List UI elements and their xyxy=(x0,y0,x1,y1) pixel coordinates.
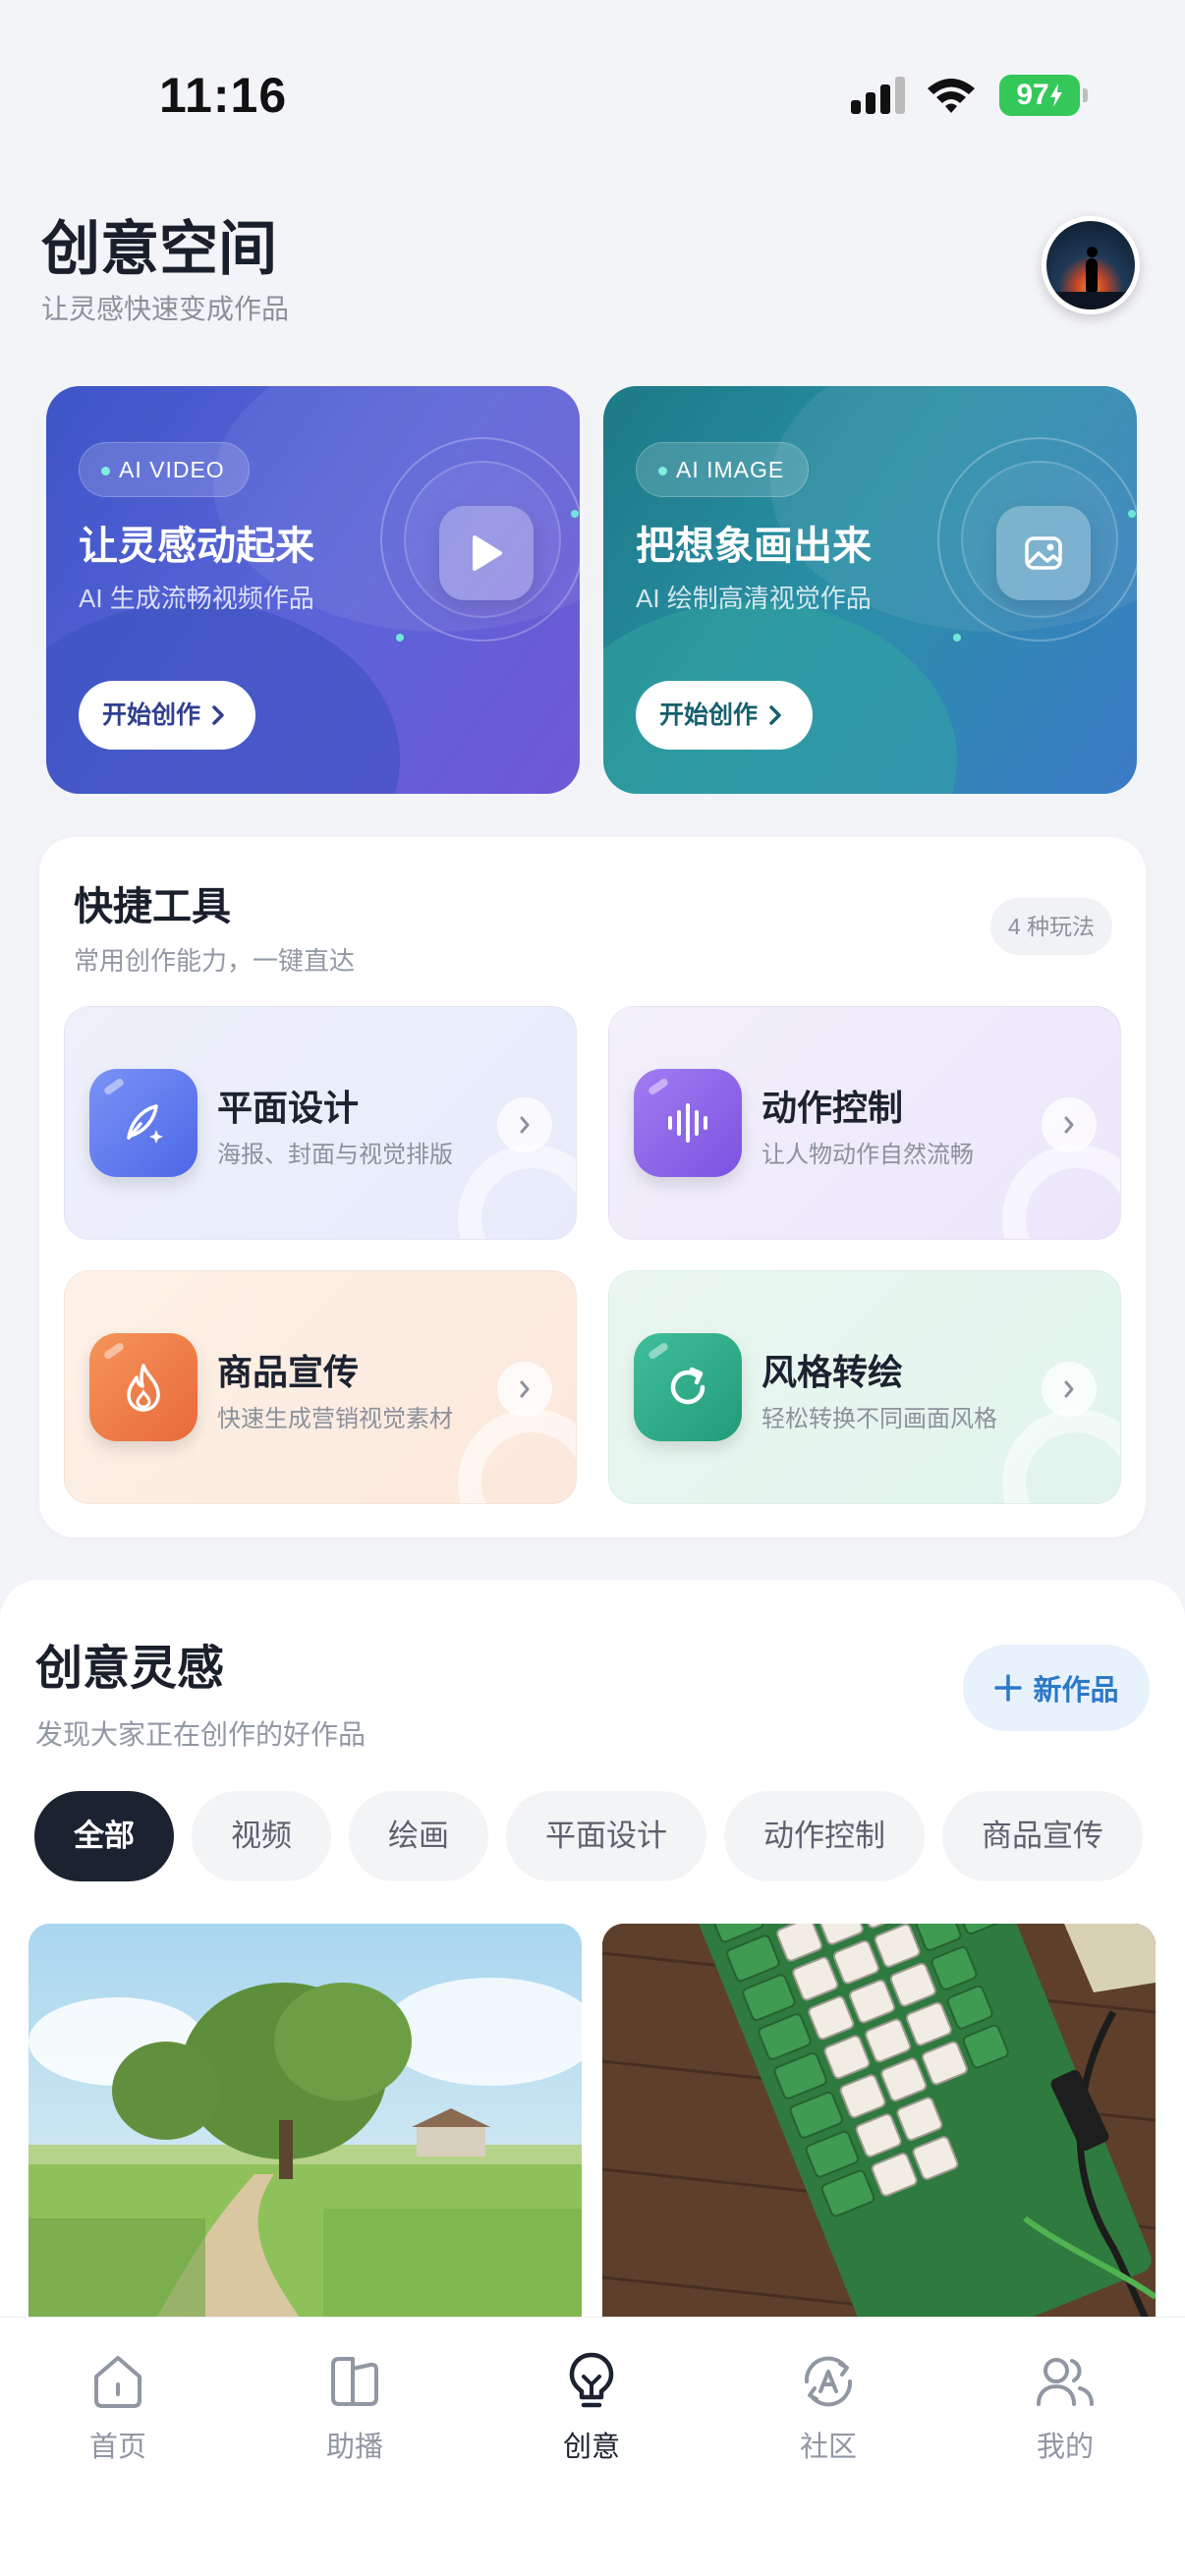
charging-bolt-icon xyxy=(1049,84,1062,107)
tab-community-label: 社区 xyxy=(799,2432,857,2463)
tool-name: 商品宣传 xyxy=(217,1352,360,1392)
tool-desc: 海报、封面与视觉排版 xyxy=(217,1142,453,1168)
tab-creative[interactable]: 创意 xyxy=(513,2347,670,2465)
cellular-signal-icon xyxy=(851,77,905,114)
chip-painting[interactable]: 绘画 xyxy=(349,1791,488,1881)
tool-style-transfer[interactable]: 风格转绘 轻松转换不同画面风格 xyxy=(608,1270,1121,1504)
chip-graphic-design[interactable]: 平面设计 xyxy=(506,1791,706,1881)
quick-tools-title: 快捷工具 xyxy=(74,885,231,928)
ai-video-title: 让灵感动起来 xyxy=(79,525,314,568)
quick-tools-subtitle: 常用创作能力，一键直达 xyxy=(74,946,356,976)
battery-indicator: 97 xyxy=(999,75,1088,116)
play-icon xyxy=(439,506,534,600)
ai-image-start-label: 开始创作 xyxy=(659,701,759,729)
page-title: 创意空间 xyxy=(41,216,277,282)
tab-profile[interactable]: 我的 xyxy=(987,2347,1144,2465)
inspiration-subtitle: 发现大家正在创作的好作品 xyxy=(35,1719,367,1750)
refresh-icon xyxy=(634,1333,742,1441)
tab-home-label: 首页 xyxy=(88,2432,146,2463)
chevron-right-icon xyxy=(1042,1362,1097,1417)
inspiration-title: 创意灵感 xyxy=(35,1643,225,1695)
tab-community[interactable]: 社区 xyxy=(750,2347,907,2465)
ai-image-card[interactable]: AI IMAGE 把想象画出来 AI 绘制高清视觉作品 开始创作 xyxy=(603,386,1137,794)
quick-tools-panel: 快捷工具 常用创作能力，一键直达 4 种玩法 平面设计 海报、封面与视觉排版 动… xyxy=(39,837,1146,1538)
profile-icon xyxy=(1031,2347,1100,2416)
chevron-right-icon xyxy=(212,705,224,725)
chip-all[interactable]: 全部 xyxy=(34,1791,174,1881)
category-filter: 全部 视频 绘画 平面设计 动作控制 商品宣传 xyxy=(34,1791,1143,1881)
tool-name: 动作控制 xyxy=(762,1088,904,1128)
tab-assistant-label: 助播 xyxy=(325,2432,383,2463)
ai-video-card[interactable]: AI VIDEO 让灵感动起来 AI 生成流畅视频作品 开始创作 xyxy=(46,386,580,794)
chip-motion-control[interactable]: 动作控制 xyxy=(724,1791,925,1881)
tool-name: 风格转绘 xyxy=(762,1352,904,1392)
tab-home[interactable]: 首页 xyxy=(39,2347,197,2465)
image-icon xyxy=(996,506,1091,600)
chevron-right-icon xyxy=(769,705,781,725)
new-work-button[interactable]: 新作品 xyxy=(963,1645,1150,1731)
community-icon xyxy=(794,2347,863,2416)
tab-creative-label: 创意 xyxy=(562,2432,620,2463)
status-time: 11:16 xyxy=(159,68,288,123)
ai-image-start-button[interactable]: 开始创作 xyxy=(636,681,814,750)
ai-video-tag: AI VIDEO xyxy=(79,442,250,497)
tool-desc: 轻松转换不同画面风格 xyxy=(762,1406,997,1432)
tool-desc: 让人物动作自然流畅 xyxy=(762,1142,974,1168)
tool-name: 平面设计 xyxy=(217,1088,360,1128)
ai-video-subtitle: AI 生成流畅视频作品 xyxy=(79,584,314,613)
keyboard-image xyxy=(602,1924,1156,2336)
new-work-label: 新作品 xyxy=(1033,1675,1119,1707)
pen-icon xyxy=(89,1069,198,1177)
chip-product-promo[interactable]: 商品宣传 xyxy=(942,1791,1143,1881)
lightbulb-icon xyxy=(557,2347,626,2416)
status-bar: 11:16 97 xyxy=(0,0,1185,187)
flame-icon xyxy=(89,1333,198,1441)
ai-image-subtitle: AI 绘制高清视觉作品 xyxy=(636,584,872,613)
ai-video-start-button[interactable]: 开始创作 xyxy=(79,681,256,750)
waveform-icon xyxy=(634,1069,742,1177)
tab-profile-label: 我的 xyxy=(1036,2432,1094,2463)
ai-image-tag: AI IMAGE xyxy=(636,442,810,497)
work-thumbnail-keyboard[interactable] xyxy=(602,1924,1156,2336)
chevron-right-icon xyxy=(497,1362,552,1417)
assistant-icon xyxy=(320,2347,389,2416)
chevron-right-icon xyxy=(497,1097,552,1152)
chevron-right-icon xyxy=(1042,1097,1097,1152)
work-thumbnail-landscape[interactable] xyxy=(28,1924,582,2336)
tab-assistant[interactable]: 助播 xyxy=(276,2347,433,2465)
home-icon xyxy=(84,2347,152,2416)
ai-image-title: 把想象画出来 xyxy=(636,525,872,568)
tool-graphic-design[interactable]: 平面设计 海报、封面与视觉排版 xyxy=(64,1006,577,1240)
bottom-tab-bar: 首页 助播 创意 社区 我的 xyxy=(0,2317,1185,2576)
plus-icon xyxy=(994,1674,1023,1702)
page-subtitle: 让灵感快速变成作品 xyxy=(41,294,290,324)
landscape-image xyxy=(28,1924,582,2336)
battery-level: 97 xyxy=(1016,79,1049,111)
tool-desc: 快速生成营销视觉素材 xyxy=(217,1406,453,1432)
tool-product-promo[interactable]: 商品宣传 快速生成营销视觉素材 xyxy=(64,1270,577,1504)
ai-video-start-label: 开始创作 xyxy=(102,701,201,729)
wifi-icon xyxy=(928,79,975,113)
tool-motion-control[interactable]: 动作控制 让人物动作自然流畅 xyxy=(608,1006,1121,1240)
quick-tools-count-badge: 4 种玩法 xyxy=(989,898,1112,955)
chip-video[interactable]: 视频 xyxy=(192,1791,331,1881)
avatar[interactable] xyxy=(1042,216,1140,314)
